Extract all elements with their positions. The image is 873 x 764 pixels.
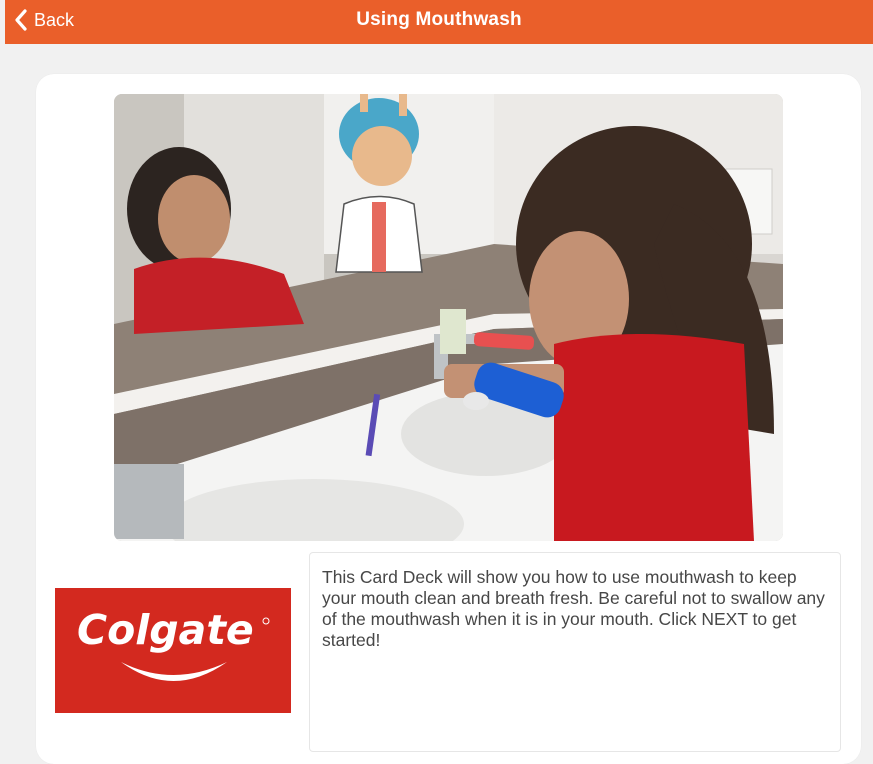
- page-title: Using Mouthwash: [356, 9, 522, 30]
- colgate-logo: Colgate: [55, 588, 291, 713]
- svg-text:Colgate: Colgate: [77, 606, 254, 654]
- top-bar: Back Using Mouthwash: [5, 0, 873, 44]
- card-description: This Card Deck will show you how to use …: [309, 552, 841, 752]
- card-photo: [114, 94, 783, 541]
